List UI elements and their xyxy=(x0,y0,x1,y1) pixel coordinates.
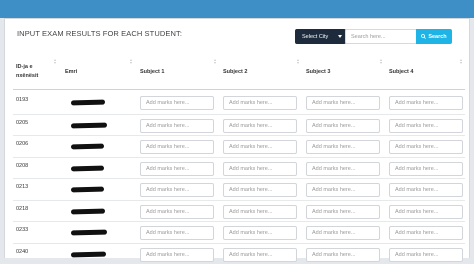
subject-4-marks-input[interactable] xyxy=(389,161,463,176)
subject-2-marks-input[interactable] xyxy=(223,161,297,176)
column-header-subject-4[interactable]: Subject 4 xyxy=(386,55,465,89)
subject-2-marks-input[interactable] xyxy=(223,204,297,219)
table-row: 0218 xyxy=(13,199,465,221)
column-header-label: Subject 2 xyxy=(223,69,248,75)
subject-3-marks-input[interactable] xyxy=(306,183,380,197)
subject-4-marks-input[interactable] xyxy=(389,118,463,133)
subject-4-marks-input[interactable] xyxy=(389,226,463,240)
student-id: 0233 xyxy=(16,227,29,233)
column-header-id[interactable]: ID-ja e nxënësit xyxy=(13,55,59,89)
subject-1-marks-input[interactable] xyxy=(140,247,214,262)
student-id: 0205 xyxy=(16,119,29,126)
subject-2-marks-input[interactable] xyxy=(223,247,297,262)
search-icon xyxy=(421,34,427,39)
subject-1-marks-input[interactable] xyxy=(140,96,214,110)
subject-3-marks-input[interactable] xyxy=(306,118,380,133)
table-row: 0240 xyxy=(13,242,465,264)
select-city-dropdown[interactable]: Select City xyxy=(295,29,346,44)
student-id: 0240 xyxy=(16,248,29,255)
redacted-name xyxy=(70,186,105,193)
subject-1-marks-input[interactable] xyxy=(140,226,214,240)
redacted-name xyxy=(70,122,108,128)
table-row: 0193 xyxy=(13,92,465,113)
column-header-label: Subject 4 xyxy=(389,69,414,75)
table-row: 0208 xyxy=(13,156,465,178)
student-id: 0213 xyxy=(16,184,29,190)
table-row: 0233 xyxy=(13,221,465,242)
subject-3-marks-input[interactable] xyxy=(306,247,380,262)
page-title: INPUT EXAM RESULTS FOR EACH STUDENT: xyxy=(17,29,183,38)
subject-2-marks-input[interactable] xyxy=(223,183,297,197)
table-row: 0206 xyxy=(13,135,465,156)
sort-icon[interactable] xyxy=(459,59,463,68)
column-header-subject-1[interactable]: Subject 1 xyxy=(137,55,219,89)
subject-4-marks-input[interactable] xyxy=(389,183,463,197)
subject-1-marks-input[interactable] xyxy=(140,183,214,197)
subject-1-marks-input[interactable] xyxy=(140,161,214,176)
sort-icon[interactable] xyxy=(129,59,133,68)
table-row: 0205 xyxy=(13,113,465,135)
sort-icon[interactable] xyxy=(213,59,217,68)
redacted-name xyxy=(70,143,105,150)
subject-1-marks-input[interactable] xyxy=(140,118,214,133)
column-header-label: Emri xyxy=(65,69,78,75)
top-bar xyxy=(0,0,474,18)
redacted-name xyxy=(70,99,106,106)
search-input[interactable] xyxy=(345,29,417,44)
column-header-name[interactable]: Emri xyxy=(62,55,135,89)
student-id: 0193 xyxy=(16,97,29,103)
column-header-subject-2[interactable]: Subject 2 xyxy=(220,55,302,89)
select-city-label: Select City xyxy=(302,33,329,40)
table-row: 0213 xyxy=(13,178,465,199)
sort-icon[interactable] xyxy=(296,59,300,68)
subject-2-marks-input[interactable] xyxy=(223,118,297,133)
subject-1-marks-input[interactable] xyxy=(140,140,214,154)
exam-results-panel: INPUT EXAM RESULTS FOR EACH STUDENT: Sel… xyxy=(4,18,470,262)
redacted-name xyxy=(70,208,106,214)
subject-4-marks-input[interactable] xyxy=(389,96,463,110)
subject-3-marks-input[interactable] xyxy=(306,161,380,176)
column-header-label: Subject 3 xyxy=(306,69,331,75)
subject-3-marks-input[interactable] xyxy=(306,140,380,154)
column-header-subject-3[interactable]: Subject 3 xyxy=(303,55,385,89)
subject-3-marks-input[interactable] xyxy=(306,96,380,110)
subject-1-marks-input[interactable] xyxy=(140,204,214,219)
student-id: 0206 xyxy=(16,141,29,147)
redacted-name xyxy=(70,165,105,171)
column-header-label: ID-ja e nxënësit xyxy=(16,64,39,79)
subject-4-marks-input[interactable] xyxy=(389,204,463,219)
caret-down-icon xyxy=(338,35,342,38)
subject-2-marks-input[interactable] xyxy=(223,226,297,240)
subject-2-marks-input[interactable] xyxy=(223,140,297,154)
student-id: 0208 xyxy=(16,162,29,169)
subject-3-marks-input[interactable] xyxy=(306,204,380,219)
search-button-label: Search xyxy=(428,33,447,40)
header-divider xyxy=(13,89,465,90)
subject-3-marks-input[interactable] xyxy=(306,226,380,240)
student-id: 0218 xyxy=(16,205,29,212)
redacted-name xyxy=(70,251,107,257)
sort-icon[interactable] xyxy=(379,59,383,68)
column-header-label: Subject 1 xyxy=(140,69,165,75)
sort-icon[interactable] xyxy=(53,59,57,68)
subject-4-marks-input[interactable] xyxy=(389,247,463,262)
subject-2-marks-input[interactable] xyxy=(223,96,297,110)
redacted-name xyxy=(70,229,108,236)
subject-4-marks-input[interactable] xyxy=(389,140,463,154)
search-button[interactable]: Search xyxy=(416,29,452,44)
